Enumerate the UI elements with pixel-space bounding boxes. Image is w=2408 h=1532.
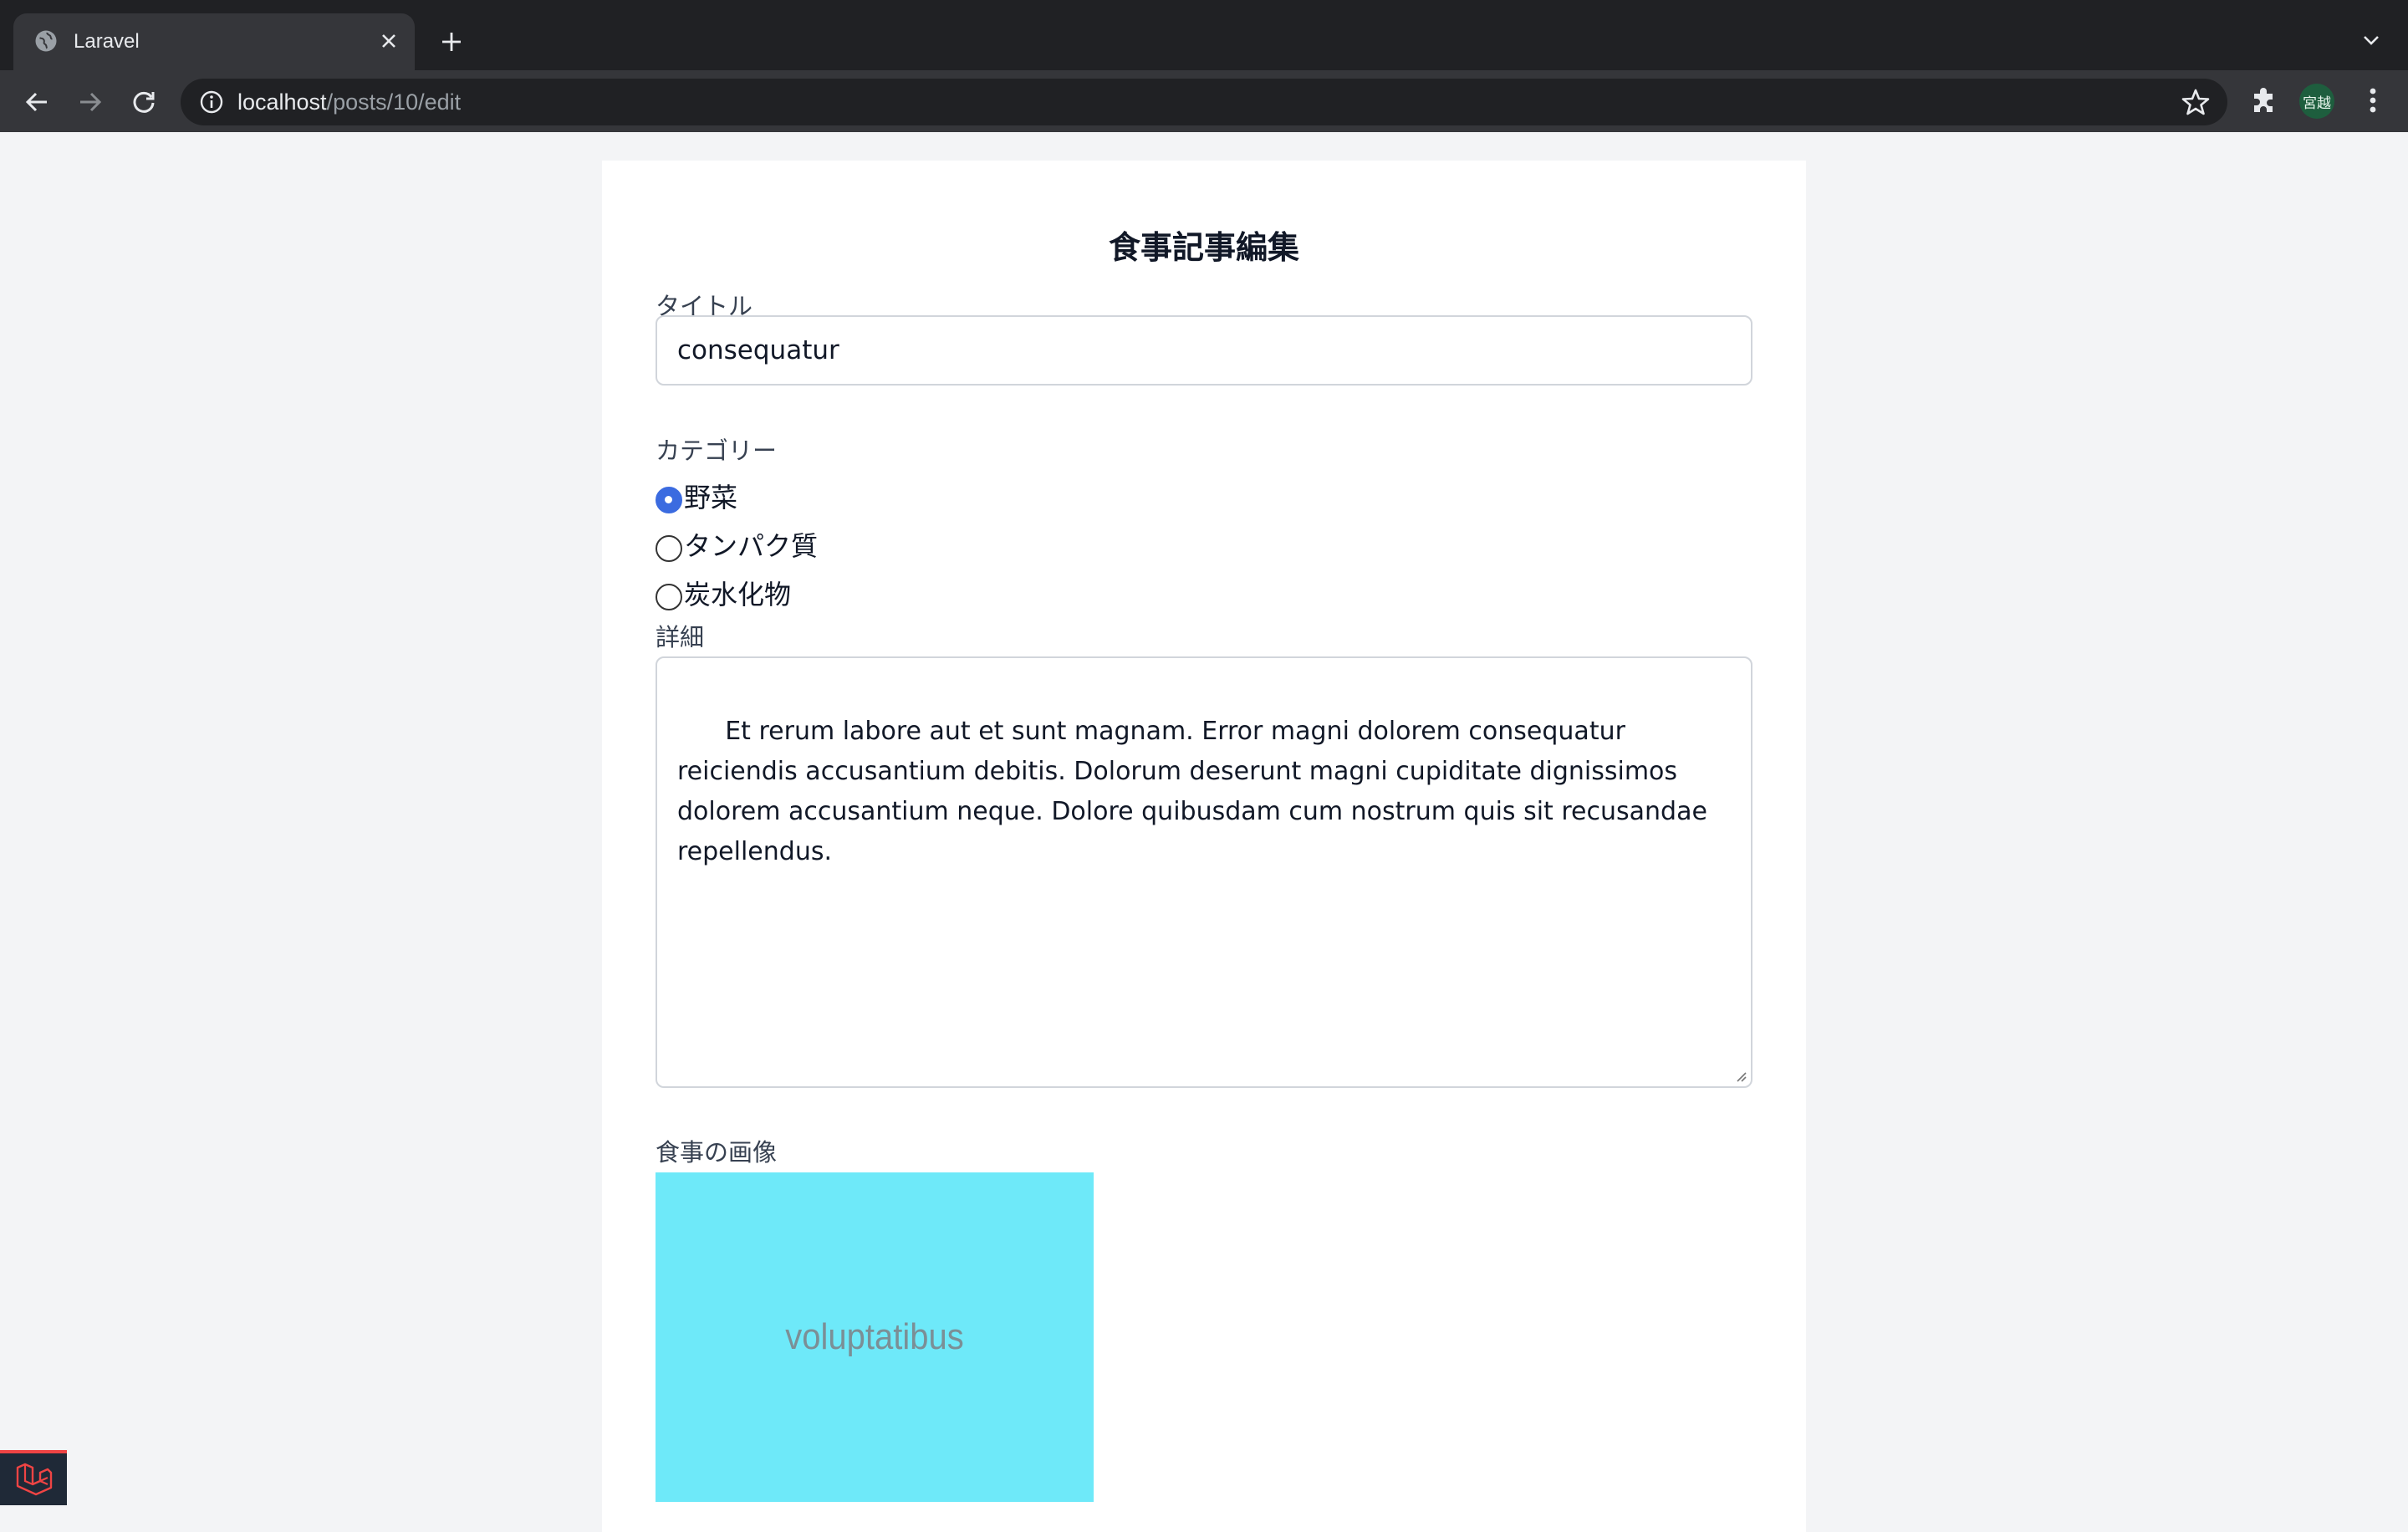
close-icon[interactable]: [375, 27, 403, 55]
back-arrow-icon[interactable]: [18, 84, 55, 120]
radio-label: 野菜: [684, 482, 738, 513]
detail-label: 詳細: [656, 623, 705, 651]
star-icon[interactable]: [2181, 87, 2211, 117]
url-text[interactable]: localhost/posts/10/edit: [237, 89, 461, 115]
tab-title: Laravel: [74, 30, 140, 53]
laravel-debugbar-toggle[interactable]: [0, 1450, 67, 1505]
info-icon[interactable]: [199, 89, 224, 115]
detail-text: Et rerum labore aut et sunt magnam. Erro…: [677, 717, 1716, 866]
globe-icon: [35, 30, 57, 52]
resize-grip-icon[interactable]: [1734, 1070, 1747, 1083]
more-vert-icon[interactable]: [2356, 84, 2390, 117]
browser-tab[interactable]: Laravel: [13, 13, 415, 70]
image-label: 食事の画像: [656, 1138, 778, 1167]
page-title: 食事記事編集: [1108, 229, 1299, 266]
plus-icon[interactable]: [435, 25, 468, 59]
forward-arrow-icon[interactable]: [72, 84, 109, 120]
page-content: 食事記事編集 タイトル consequatur カテゴリー 野菜 タンパク質 炭…: [0, 132, 2408, 1532]
category-option-protein[interactable]: タンパク質: [656, 527, 818, 565]
browser-tab-strip: Laravel: [0, 0, 2408, 70]
category-option-vegetable[interactable]: 野菜: [656, 478, 737, 517]
url-path: /posts/10/edit: [326, 89, 462, 115]
url-host: localhost: [237, 89, 327, 115]
radio-button[interactable]: [656, 535, 682, 562]
title-input[interactable]: consequatur: [656, 315, 1752, 386]
laravel-logo-icon: [16, 1463, 53, 1496]
address-bar[interactable]: localhost/posts/10/edit: [181, 79, 2227, 125]
avatar[interactable]: 宮越: [2299, 84, 2334, 119]
radio-label: タンパク質: [684, 530, 819, 562]
radio-button[interactable]: [656, 584, 682, 610]
meal-image: voluptatibus: [656, 1172, 1094, 1502]
browser-toolbar: localhost/posts/10/edit 宮越: [0, 70, 2408, 132]
category-label: カテゴリー: [656, 437, 778, 465]
reload-icon[interactable]: [125, 84, 162, 120]
image-placeholder-text: voluptatibus: [785, 1316, 964, 1357]
radio-button[interactable]: [656, 487, 682, 513]
radio-label: 炭水化物: [684, 579, 792, 610]
category-option-carbohydrate[interactable]: 炭水化物: [656, 575, 791, 614]
chevron-down-icon[interactable]: [2356, 25, 2386, 55]
detail-textarea[interactable]: Et rerum labore aut et sunt magnam. Erro…: [656, 656, 1752, 1088]
puzzle-icon[interactable]: [2247, 84, 2281, 117]
edit-form-card: 食事記事編集 タイトル consequatur カテゴリー 野菜 タンパク質 炭…: [602, 161, 1806, 1532]
